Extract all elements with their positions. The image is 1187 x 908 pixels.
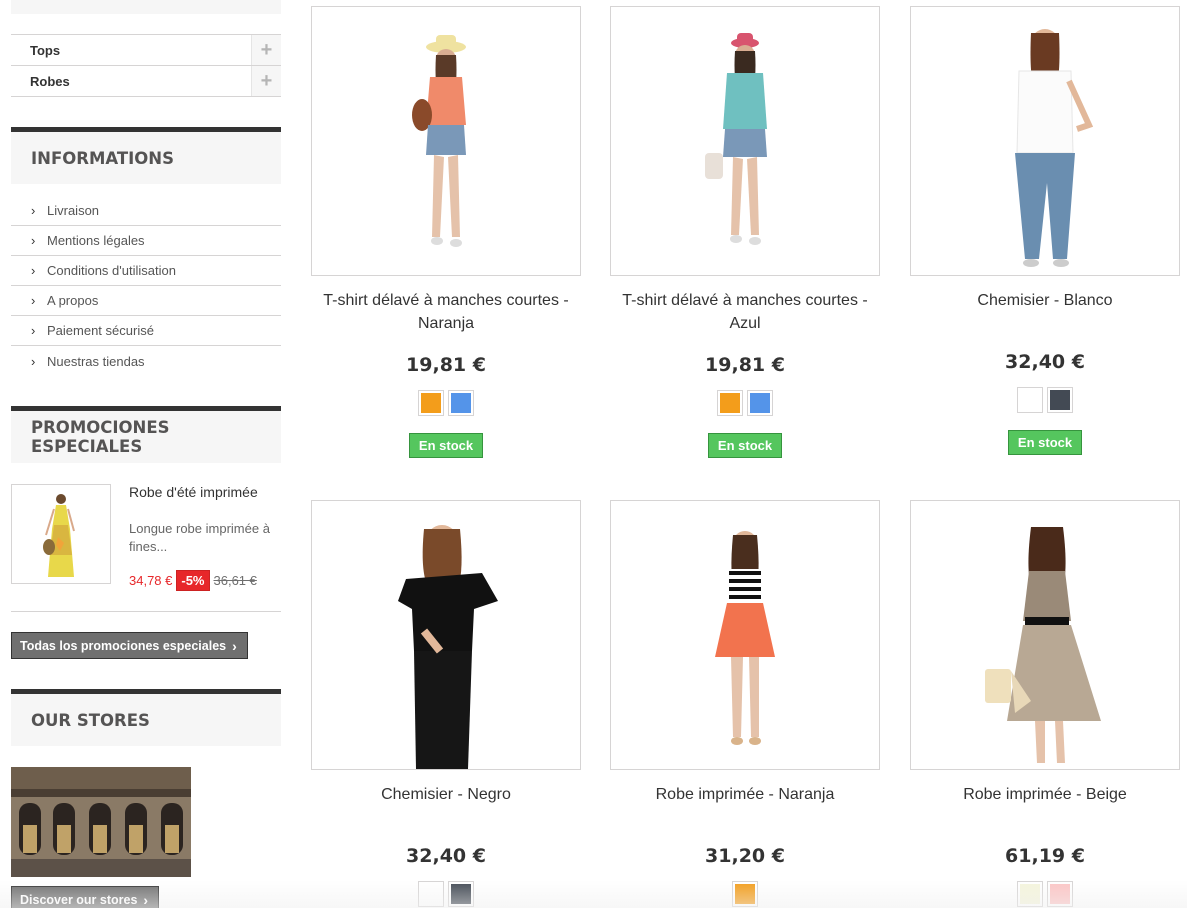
in-stock-badge: En stock (1007, 430, 1083, 455)
info-link-paiement[interactable]: › Paiement sécurisé (11, 316, 281, 346)
category-item-tops[interactable]: Tops + (11, 35, 281, 66)
color-swatch[interactable] (1047, 881, 1073, 907)
special-product-card: Robe d'été imprimée Longue robe imprimée… (11, 484, 281, 612)
chevron-right-icon: › (31, 323, 36, 338)
product-price: 32,40 € (406, 845, 486, 867)
product-price: 32,40 € (1005, 351, 1085, 373)
chevron-right-icon: › (31, 353, 36, 369)
chevron-right-icon: › (143, 891, 149, 908)
color-swatch[interactable] (448, 390, 474, 416)
product-name[interactable]: Robe imprimée - Naranja (610, 783, 880, 806)
reduction-badge: -5% (176, 570, 210, 591)
special-product-description: Longue robe imprimée à fines... (129, 521, 270, 554)
color-list (311, 881, 581, 907)
plus-icon[interactable]: + (251, 66, 281, 96)
color-swatch[interactable] (1017, 881, 1043, 907)
stores-title[interactable]: OUR STORES (11, 689, 281, 746)
color-swatch[interactable] (732, 881, 758, 907)
all-specials-button[interactable]: Todas los promociones especiales › (11, 632, 248, 659)
special-product-name[interactable]: Robe d'été imprimée (129, 484, 258, 500)
info-link-conditions[interactable]: › Conditions d'utilisation (11, 256, 281, 286)
info-link-tiendas[interactable]: › Nuestras tiendas (11, 346, 281, 376)
in-stock-badge: En stock (707, 433, 783, 458)
product-price: 61,19 € (1005, 845, 1085, 867)
product-name[interactable]: T-shirt délavé à manches courtes - Azul (610, 289, 880, 335)
product-price: 19,81 € (705, 354, 785, 376)
special-price: 34,78 € (129, 573, 173, 588)
plus-icon[interactable]: + (251, 35, 281, 65)
product-name[interactable]: Robe imprimée - Beige (910, 783, 1180, 806)
informations-title[interactable]: INFORMATIONS (11, 127, 281, 184)
product-image[interactable] (610, 6, 880, 276)
chevron-right-icon: › (31, 203, 36, 218)
color-swatch-fill (750, 393, 770, 413)
chevron-right-icon: › (31, 263, 36, 278)
product-name[interactable]: Chemisier - Blanco (910, 289, 1180, 312)
color-swatch-fill (735, 884, 755, 904)
category-label: Tops (30, 42, 61, 58)
color-list (910, 881, 1180, 907)
color-swatch-fill (451, 393, 471, 413)
product-image[interactable] (311, 500, 581, 770)
color-swatch-fill (421, 884, 441, 904)
in-stock-badge: En stock (408, 433, 484, 458)
chevron-right-icon: › (232, 637, 237, 654)
chevron-right-icon: › (31, 233, 36, 248)
category-item-robes[interactable]: Robes + (11, 66, 281, 97)
color-swatch-fill (1020, 390, 1040, 410)
color-swatch[interactable] (448, 881, 474, 907)
color-list (311, 390, 581, 416)
color-swatch[interactable] (418, 881, 444, 907)
product-image[interactable] (910, 6, 1180, 276)
product-price: 19,81 € (406, 354, 486, 376)
store-image[interactable] (11, 767, 191, 877)
color-swatch-fill (1050, 884, 1070, 904)
info-link-apropos[interactable]: › A propos (11, 286, 281, 316)
color-swatch-fill (421, 393, 441, 413)
info-link-mentions[interactable]: › Mentions légales (11, 226, 281, 256)
product-name[interactable]: T-shirt délavé à manches courtes - Naran… (311, 289, 581, 335)
info-link-livraison[interactable]: › Livraison (11, 196, 281, 226)
availability: En stock (311, 433, 581, 458)
color-swatch-fill (1050, 390, 1070, 410)
product-image[interactable] (610, 500, 880, 770)
availability: En stock (610, 433, 880, 458)
product-name[interactable]: Chemisier - Negro (311, 783, 581, 806)
category-tree: Tops + Robes + (11, 34, 281, 97)
color-swatch[interactable] (1017, 387, 1043, 413)
color-swatch-fill (720, 393, 740, 413)
previous-block-stub (11, 0, 281, 14)
color-swatch-fill (1020, 884, 1040, 904)
color-list (610, 390, 880, 416)
specials-title[interactable]: PROMOCIONES ESPECIALES (11, 406, 281, 463)
product-image[interactable] (311, 6, 581, 276)
color-list (910, 387, 1180, 413)
informations-list: › Livraison › Mentions légales › Conditions… (11, 196, 281, 376)
product-price: 31,20 € (705, 845, 785, 867)
color-swatch-fill (451, 884, 471, 904)
special-product-prices: 34,78 € -5% 36,61 € (129, 570, 257, 591)
color-swatch[interactable] (1047, 387, 1073, 413)
special-product-image[interactable] (11, 484, 111, 584)
color-list (610, 881, 880, 907)
discover-stores-button[interactable]: Discover our stores › (11, 886, 160, 908)
color-swatch[interactable] (418, 390, 444, 416)
old-price: 36,61 € (213, 573, 257, 588)
color-swatch[interactable] (717, 390, 743, 416)
product-image[interactable] (910, 500, 1180, 770)
category-label: Robes (30, 73, 70, 89)
availability: En stock (910, 430, 1180, 455)
chevron-right-icon: › (31, 293, 36, 308)
color-swatch[interactable] (747, 390, 773, 416)
